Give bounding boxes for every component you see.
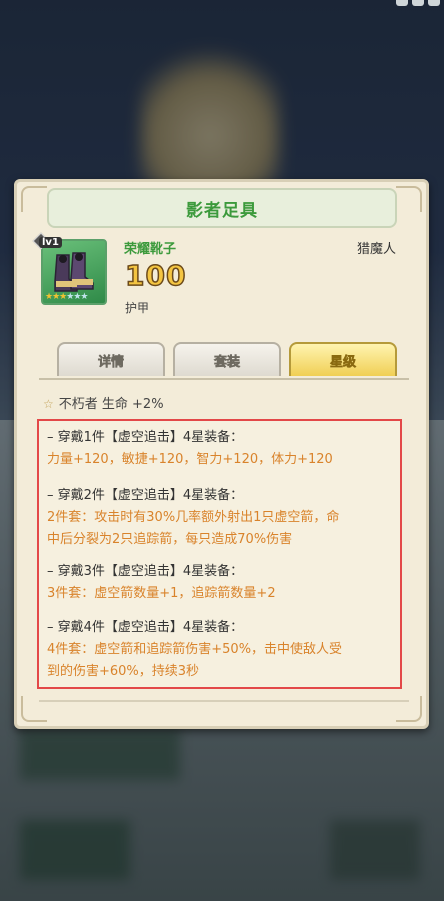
panel-title: 影者足具	[186, 200, 258, 221]
set-bonus-2-line-1: 2件套：攻击时有30%几率额外射出1只虚空箭，命	[47, 510, 340, 525]
tab-star-level[interactable]: 星级	[289, 342, 397, 376]
set-bonus-4-line-1: 4件套：虚空箭和追踪箭伤害+50%，击中使敌人受	[47, 642, 343, 657]
set-bonus-3-head: – 穿戴3件【虚空追击】4星装备：	[47, 564, 244, 579]
item-star-rating: ★★★★★★	[45, 292, 88, 302]
item-name: 荣耀靴子	[124, 242, 177, 257]
set-bonus-4: – 穿戴4件【虚空追击】4星装备： 4件套：虚空箭和追踪箭伤害+50%，击中使敌…	[47, 617, 342, 683]
divider	[39, 700, 409, 702]
set-bonus-3: – 穿戴3件【虚空追击】4星装备： 3件套：虚空箭数量+1，追踪箭数量+2	[47, 561, 276, 605]
item-level: lv1	[39, 237, 62, 248]
tab-set[interactable]: 套装	[173, 342, 281, 376]
set-bonus-4-head: – 穿戴4件【虚空追击】4星装备：	[47, 620, 244, 635]
item-detail-panel: 影者足具 lv1 ★★★★★★ 荣耀靴子 猎魔人 100 护甲 详情 套装 星级…	[14, 179, 429, 729]
immortal-bonus: ☆ 不朽者 生命 +2%	[43, 393, 164, 412]
set-bonus-3-line-1: 3件套：虚空箭数量+1，追踪箭数量+2	[47, 586, 276, 601]
set-bonus-2: – 穿戴2件【虚空追击】4星装备： 2件套：攻击时有30%几率额外射出1只虚空箭…	[47, 485, 339, 551]
set-bonus-2-head: – 穿戴2件【虚空追击】4星装备：	[47, 488, 244, 503]
set-bonus-1-head: – 穿戴1件【虚空追击】4星装备：	[47, 430, 244, 445]
top-right-buttons	[396, 0, 440, 6]
tab-bar: 详情 套装 星级	[57, 342, 397, 378]
tab-details[interactable]: 详情	[57, 342, 165, 376]
item-boots-icon[interactable]: lv1 ★★★★★★	[32, 232, 107, 305]
set-bonus-4-line-2: 到的伤害+60%，持续3秒	[47, 664, 200, 679]
set-bonus-1-line-1: 力量+120，敏捷+120，智力+120，体力+120	[47, 452, 333, 467]
set-bonus-2-line-2: 中后分裂为2只追踪箭，每只造成70%伤害	[47, 532, 293, 547]
panel-title-bar: 影者足具	[47, 188, 397, 228]
item-class: 猎魔人	[356, 242, 396, 257]
set-bonus-list: – 穿戴1件【虚空追击】4星装备： 力量+120，敏捷+120，智力+120，体…	[37, 419, 402, 689]
immortal-bonus-text: 不朽者 生命 +2%	[58, 397, 164, 412]
item-attribute-label: 护甲	[125, 301, 150, 315]
star-outline-icon: ☆	[43, 397, 54, 411]
item-power-value: 100	[124, 258, 187, 293]
set-bonus-1: – 穿戴1件【虚空追击】4星装备： 力量+120，敏捷+120，智力+120，体…	[47, 427, 333, 471]
